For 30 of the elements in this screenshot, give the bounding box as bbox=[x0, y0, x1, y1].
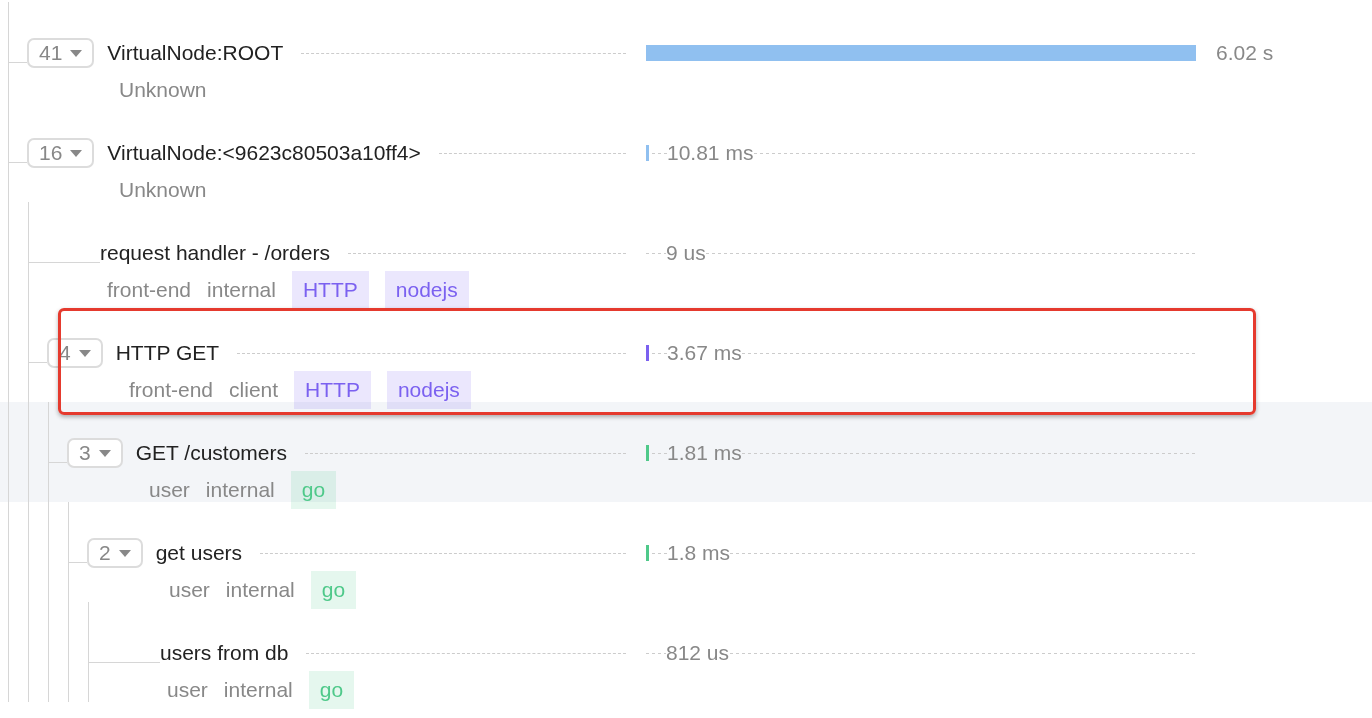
span-name: VirtualNode:<9623c80503a10ff4> bbox=[107, 141, 421, 165]
tag: go bbox=[308, 671, 355, 709]
span-attribute: user bbox=[169, 577, 210, 603]
span-attribute: internal bbox=[205, 477, 275, 503]
span-name: get users bbox=[155, 541, 243, 565]
span-name: VirtualNode:ROOT bbox=[107, 41, 284, 65]
caret-icon bbox=[118, 549, 131, 557]
span-attribute: user bbox=[167, 677, 208, 703]
span-attribute: internal bbox=[207, 277, 276, 303]
span-attribute: internal bbox=[223, 677, 293, 703]
span-name: GET /customers bbox=[135, 441, 287, 465]
caret-icon bbox=[98, 449, 111, 457]
span-attribute: Unknown bbox=[119, 77, 207, 103]
collapse-toggle[interactable]: 41 bbox=[27, 38, 95, 68]
span-attribute: front-end bbox=[129, 377, 214, 403]
span-attribute: front-end bbox=[107, 277, 192, 303]
span-name: request handler - /orders bbox=[100, 241, 330, 265]
span-attribute: client bbox=[229, 377, 279, 403]
caret-icon bbox=[70, 49, 83, 57]
span-name: HTTP GET bbox=[115, 341, 220, 365]
collapse-toggle[interactable]: 3 bbox=[67, 438, 123, 468]
caret-icon bbox=[78, 349, 91, 357]
span-attribute: user bbox=[149, 477, 190, 503]
span-attribute: Unknown bbox=[119, 177, 207, 203]
collapse-toggle[interactable]: 2 bbox=[87, 538, 143, 568]
collapse-toggle[interactable]: 16 bbox=[27, 138, 95, 168]
duration-label: 6.02 s bbox=[1216, 40, 1274, 66]
caret-icon bbox=[70, 149, 83, 157]
span-name: users from db bbox=[160, 641, 289, 665]
span-attribute: internal bbox=[225, 577, 295, 603]
